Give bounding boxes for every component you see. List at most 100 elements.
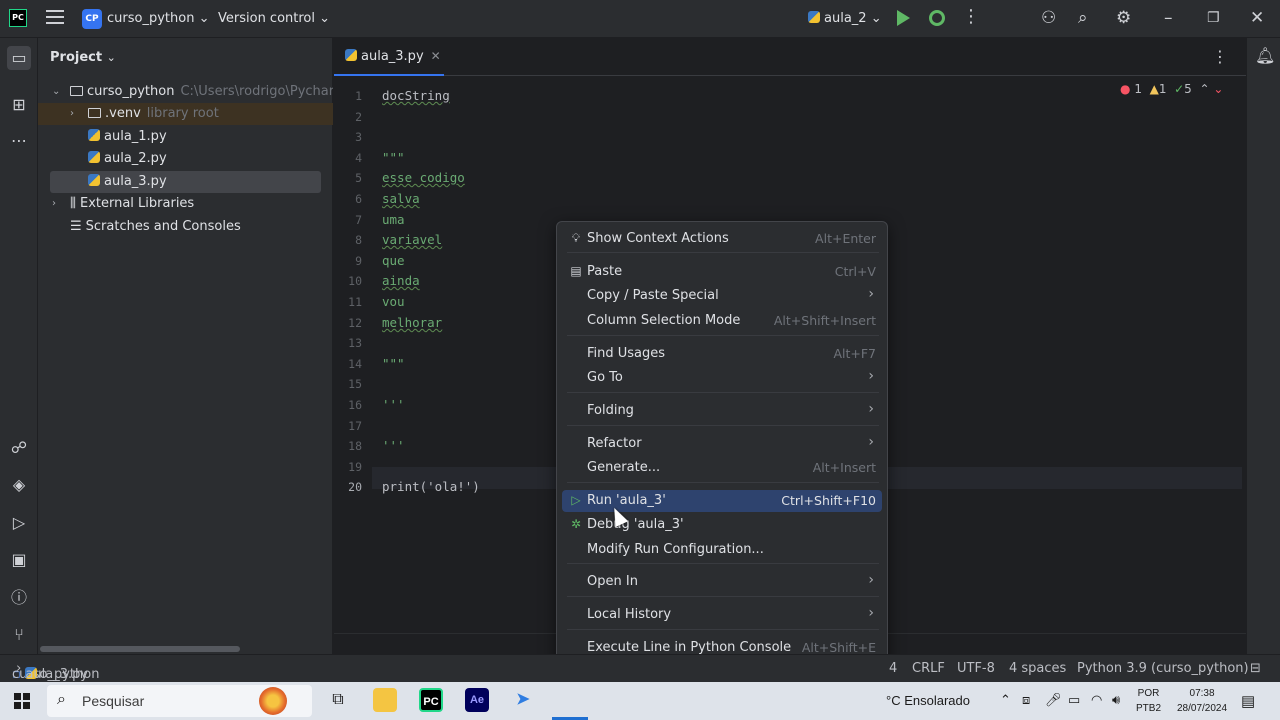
python-packages-icon[interactable]: ☍ xyxy=(7,436,31,460)
taskbar-search[interactable]: ⌕ Pesquisar xyxy=(47,685,312,717)
code-line[interactable]: print('ola!') xyxy=(382,479,480,494)
line-separator[interactable]: CRLF xyxy=(912,661,945,676)
tree-external-libraries[interactable]: › ⫼ External Libraries xyxy=(38,193,333,215)
after-effects-icon[interactable]: Ae xyxy=(465,688,489,712)
wifi-icon[interactable]: ◠ xyxy=(1091,692,1102,708)
line-number[interactable]: 4 xyxy=(334,151,362,165)
menu-item-copy-paste-special[interactable]: Copy / Paste Special › xyxy=(562,285,882,307)
menu-item-paste[interactable]: ▤ Paste Ctrl+V xyxy=(562,261,882,283)
lock-icon[interactable]: ⊟ xyxy=(1250,661,1261,676)
tree-root-folder[interactable]: ⌄ curso_python C:\Users\rodrigo\PycharmP xyxy=(38,81,333,103)
debug-icon[interactable] xyxy=(929,10,945,26)
line-number[interactable]: 17 xyxy=(334,419,362,433)
terminal-icon[interactable]: ▣ xyxy=(7,548,31,572)
menu-item-go-to[interactable]: Go To › xyxy=(562,367,882,389)
notifications-icon[interactable]: 🔔︎ xyxy=(1255,46,1275,65)
pycharm-logo-icon[interactable]: PC xyxy=(9,9,27,27)
code-line[interactable]: """ xyxy=(382,150,405,165)
project-badge[interactable]: CP xyxy=(82,9,102,29)
menu-item-refactor[interactable]: Refactor › xyxy=(562,433,882,455)
git-icon[interactable]: ⑂ xyxy=(7,623,31,647)
line-number[interactable]: 10 xyxy=(334,274,362,288)
menu-item-modify-run-configuration[interactable]: Modify Run Configuration... xyxy=(562,539,882,561)
line-number[interactable]: 7 xyxy=(334,213,362,227)
more-tools-icon[interactable]: ⋯ xyxy=(7,129,31,153)
microphone-icon[interactable]: 🎤︎ xyxy=(1045,692,1062,708)
project-panel-header[interactable]: Project ⌄ xyxy=(50,50,116,65)
code-line[interactable]: """ xyxy=(382,356,405,371)
code-line[interactable]: vou xyxy=(382,294,405,309)
add-user-icon[interactable]: ⚇ xyxy=(1041,8,1056,28)
code-line[interactable]: docString xyxy=(382,88,450,103)
chevron-down-icon[interactable]: ⌄ xyxy=(1213,82,1223,96)
line-number[interactable]: 8 xyxy=(334,233,362,247)
cursor-position[interactable]: 4 xyxy=(889,661,897,676)
menu-item-find-usages[interactable]: Find Usages Alt+F7 xyxy=(562,343,882,365)
line-number[interactable]: 18 xyxy=(334,439,362,453)
vcs-selector[interactable]: Version control ⌄ xyxy=(218,11,330,26)
code-line[interactable]: que xyxy=(382,253,405,268)
layers-icon[interactable]: ◈ xyxy=(7,473,31,497)
menu-item-local-history[interactable]: Local History › xyxy=(562,604,882,626)
tray-app-icon[interactable]: ⧈ xyxy=(1022,692,1030,708)
code-line[interactable]: salva xyxy=(382,191,420,206)
menu-item-generate[interactable]: Generate... Alt+Insert xyxy=(562,457,882,479)
chevron-up-icon[interactable]: ⌃ xyxy=(1199,82,1209,96)
notification-center-icon[interactable]: ▤ xyxy=(1241,692,1255,710)
menu-item-show-context-actions[interactable]: 💡︎ Show Context Actions Alt+Enter xyxy=(562,228,882,250)
tree-scratches[interactable]: ☰ Scratches and Consoles xyxy=(38,216,333,238)
line-number[interactable]: 14 xyxy=(334,357,362,371)
maximize-icon[interactable]: ❐ xyxy=(1207,10,1220,26)
line-number[interactable]: 11 xyxy=(334,295,362,309)
line-number[interactable]: 20 xyxy=(334,480,362,494)
code-line[interactable]: melhorar xyxy=(382,315,442,330)
search-icon[interactable]: ⌕ xyxy=(1078,8,1088,28)
line-number[interactable]: 1 xyxy=(334,89,362,103)
tab-aula-3[interactable]: aula_3.py ✕ xyxy=(334,38,444,76)
language-indicator[interactable]: POR PTB2 xyxy=(1136,686,1161,716)
camera-icon[interactable]: ▭ xyxy=(1068,692,1080,708)
clock[interactable]: 07:38 28/07/2024 xyxy=(1177,686,1227,716)
menu-item-column-selection-mode[interactable]: Column Selection Mode Alt+Shift+Insert xyxy=(562,310,882,332)
tree-venv-folder[interactable]: › .venv library root xyxy=(38,103,333,125)
line-number[interactable]: 16 xyxy=(334,398,362,412)
hamburger-icon[interactable] xyxy=(46,10,64,26)
run-icon[interactable] xyxy=(897,10,910,26)
line-number[interactable]: 3 xyxy=(334,130,362,144)
line-number[interactable]: 9 xyxy=(334,254,362,268)
horizontal-scrollbar[interactable] xyxy=(40,646,240,652)
run-config-selector[interactable]: aula_2 ⌄ xyxy=(808,11,882,26)
code-line[interactable]: ''' xyxy=(382,397,405,412)
inspection-widget[interactable]: ● 1 ▲1 ✓5 ⌃ ⌄ xyxy=(1120,82,1223,96)
code-line[interactable]: esse codigo xyxy=(382,170,465,185)
project-selector[interactable]: curso_python ⌄ xyxy=(107,11,209,26)
more-icon[interactable]: ⋮ xyxy=(1212,47,1228,66)
code-line[interactable]: ainda xyxy=(382,273,420,288)
code-line[interactable]: ''' xyxy=(382,438,405,453)
line-number[interactable]: 15 xyxy=(334,377,362,391)
close-tab-icon[interactable]: ✕ xyxy=(431,49,441,63)
minimize-icon[interactable]: – xyxy=(1164,8,1173,28)
task-view-icon[interactable]: ⧉ xyxy=(326,688,350,712)
code-line[interactable]: variavel xyxy=(382,232,442,247)
volume-icon[interactable]: 🔊︎ xyxy=(1112,692,1120,708)
problems-icon[interactable]: ⓘ xyxy=(7,586,31,610)
windows-start-icon[interactable] xyxy=(14,693,30,709)
line-number[interactable]: 5 xyxy=(334,171,362,185)
menu-item-open-in[interactable]: Open In › xyxy=(562,571,882,593)
settings-icon[interactable]: ⚙ xyxy=(1116,8,1131,28)
file-encoding[interactable]: UTF-8 xyxy=(957,661,995,676)
tree-file[interactable]: aula_2.py xyxy=(38,148,333,170)
python-interpreter[interactable]: Python 3.9 (curso_python) xyxy=(1077,661,1249,676)
file-explorer-icon[interactable] xyxy=(373,688,397,712)
close-icon[interactable]: ✕ xyxy=(1250,8,1264,28)
services-icon[interactable]: ▷ xyxy=(7,511,31,535)
line-number[interactable]: 2 xyxy=(334,110,362,124)
more-icon[interactable]: ⋮ xyxy=(962,6,980,27)
tree-file-selected[interactable]: aula_3.py xyxy=(50,171,321,193)
breadcrumb[interactable]: ▫ curso_python › aula_3.py xyxy=(12,661,99,682)
weather-widget[interactable]: °C Ensolarado xyxy=(886,693,970,708)
menu-item-folding[interactable]: Folding › xyxy=(562,400,882,422)
line-number[interactable]: 19 xyxy=(334,460,362,474)
tree-file[interactable]: aula_1.py xyxy=(38,126,333,148)
